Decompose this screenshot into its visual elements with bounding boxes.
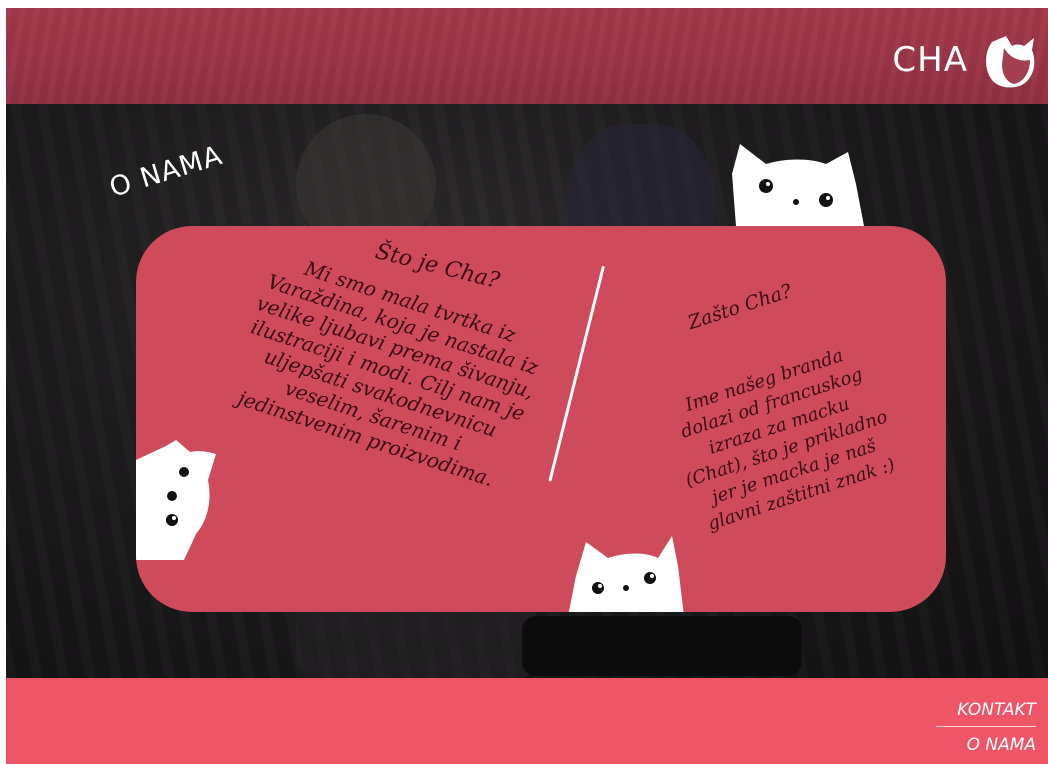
site-footer: KONTAKT O NAMA [6,678,1048,764]
right-card-body: Ime našeg branda dolazi od francuskog iz… [632,328,933,548]
footer-link-o-nama[interactable]: O NAMA [967,733,1036,759]
about-card: Što je Cha? Mi smo mala tvrtka iz Varažd… [136,226,946,612]
site-header: CHA [6,8,1048,104]
cat-peek-left-icon [136,440,216,560]
cat-logo-icon[interactable] [980,34,1040,94]
footer-separator [936,726,1036,727]
dark-bar [522,616,802,676]
cat-peek-top-icon [732,144,864,226]
footer-link-kontakt[interactable]: KONTAKT [957,698,1036,724]
left-card-body: Mi smo mala tvrtka iz Varaždina, koja je… [181,231,594,508]
footer-nav: KONTAKT O NAMA [936,698,1036,759]
right-card-title: Zašto Cha? [685,279,795,335]
page: CHA O NAMA Što je Cha? Mi smo mala tvrtk… [0,0,1048,764]
logo-text[interactable]: CHA [892,40,968,80]
cat-peek-bottom-icon [568,536,684,612]
